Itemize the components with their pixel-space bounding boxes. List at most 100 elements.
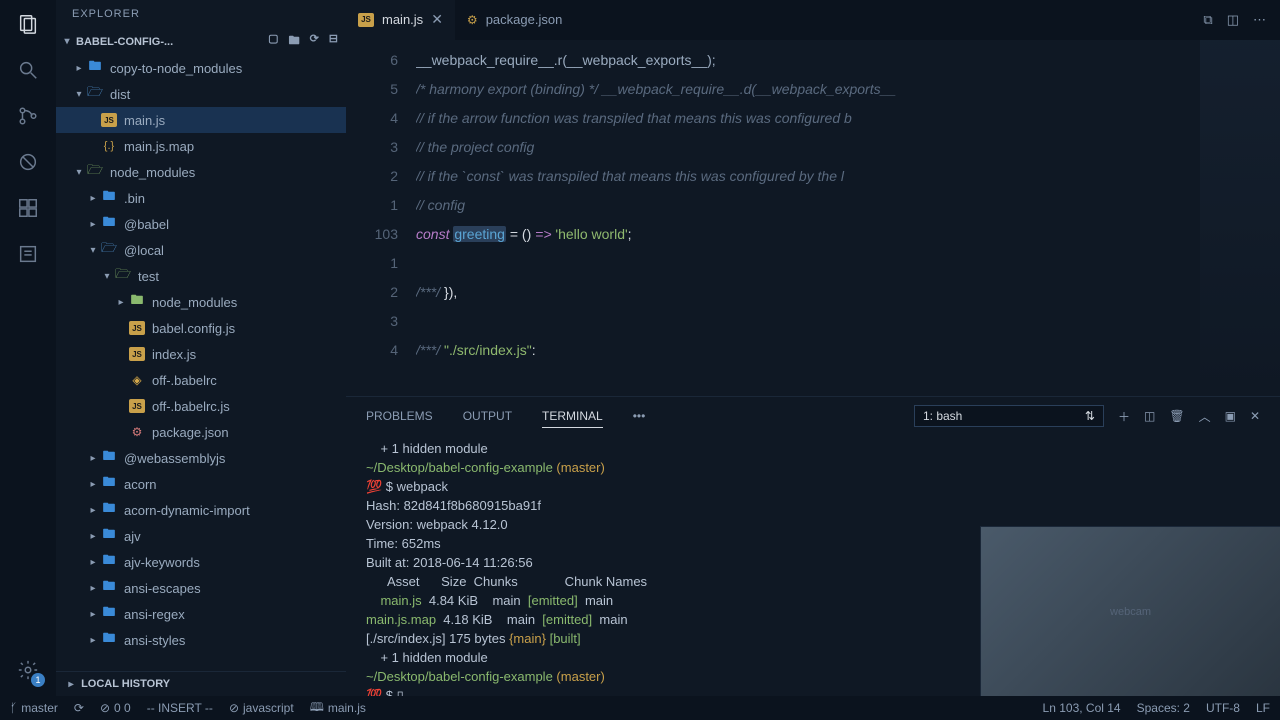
tree-folder[interactable]: ▸🖿@webassemblyjs xyxy=(56,445,346,471)
tree-folder[interactable]: ▾🗁test xyxy=(56,263,346,289)
tree-file[interactable]: JSindex.js xyxy=(56,341,346,367)
debug-icon[interactable] xyxy=(14,148,42,176)
new-terminal-icon[interactable]: ＋ xyxy=(1118,408,1130,425)
new-file-icon[interactable]: ▢ xyxy=(268,32,278,51)
sidebar-title: EXPLORER xyxy=(56,0,346,28)
tree-item-label: main.js.map xyxy=(124,139,194,154)
tree-folder[interactable]: ▸🖿@babel xyxy=(56,211,346,237)
new-folder-icon[interactable]: 🖿 xyxy=(289,32,300,51)
editor-actions: ⧉ ◫ ⋯ xyxy=(1203,12,1280,28)
tree-item-label: test xyxy=(138,269,159,284)
eol[interactable]: LF xyxy=(1256,701,1270,715)
tree-folder[interactable]: ▸🖿.bin xyxy=(56,185,346,211)
tree-item-label: .bin xyxy=(124,191,145,206)
tree-item-label: acorn xyxy=(124,477,157,492)
toggle-panel-icon[interactable]: ▣ xyxy=(1225,409,1236,423)
tree-folder[interactable]: ▾🗁dist xyxy=(56,81,346,107)
tree-folder[interactable]: ▸🖿acorn-dynamic-import xyxy=(56,497,346,523)
editor-tab[interactable]: JSmain.js✕ xyxy=(346,0,455,40)
tree-file[interactable]: JSmain.js xyxy=(56,107,346,133)
tree-item-label: @webassemblyjs xyxy=(124,451,225,466)
local-history-section[interactable]: ▸ LOCAL HISTORY xyxy=(56,671,346,696)
tree-item-label: off-.babelrc.js xyxy=(152,399,230,414)
tree-file[interactable]: ◈off-.babelrc xyxy=(56,367,346,393)
encoding[interactable]: UTF-8 xyxy=(1206,701,1240,715)
extensions-icon[interactable] xyxy=(14,194,42,222)
settings-icon[interactable]: 1 xyxy=(14,656,42,684)
editor-tab[interactable]: ⚙package.json xyxy=(455,0,574,40)
close-panel-icon[interactable]: ✕ xyxy=(1250,409,1260,423)
file-path[interactable]: 🕮 main.js xyxy=(310,698,366,719)
tree-file[interactable]: ⚙package.json xyxy=(56,419,346,445)
maximize-icon[interactable]: ︿ xyxy=(1199,408,1211,425)
tree-item-label: node_modules xyxy=(152,295,237,310)
tree-item-label: package.json xyxy=(152,425,229,440)
editor-tabs: JSmain.js✕⚙package.json ⧉ ◫ ⋯ xyxy=(346,0,1280,40)
tree-item-label: ansi-styles xyxy=(124,633,185,648)
tree-item-label: main.js xyxy=(124,113,165,128)
tree-file[interactable]: JSbabel.config.js xyxy=(56,315,346,341)
tree-folder[interactable]: ▸🖿copy-to-node_modules xyxy=(56,55,346,81)
tree-folder[interactable]: ▸🖿ajv xyxy=(56,523,346,549)
panel-more-icon[interactable]: ••• xyxy=(633,409,646,423)
minimap[interactable] xyxy=(1200,40,1280,396)
tree-folder[interactable]: ▾🗁node_modules xyxy=(56,159,346,185)
tree-item-label: @babel xyxy=(124,217,169,232)
tree-folder[interactable]: ▸🖿acorn xyxy=(56,471,346,497)
sync-icon[interactable]: ⟳ xyxy=(74,701,84,715)
vim-mode: -- INSERT -- xyxy=(147,701,213,715)
source-control-icon[interactable] xyxy=(14,102,42,130)
tree-file[interactable]: JSoff-.babelrc.js xyxy=(56,393,346,419)
settings-badge: 1 xyxy=(31,673,45,687)
tree-item-label: @local xyxy=(124,243,164,258)
code-editor[interactable]: 6543211031234 __webpack_require__.r(__we… xyxy=(346,40,1280,396)
indentation[interactable]: Spaces: 2 xyxy=(1137,701,1190,715)
outline-icon[interactable] xyxy=(14,240,42,268)
sidebar-project-header[interactable]: ▾ BABEL-CONFIG-... ▢ 🖿 ⟳ ⊟ xyxy=(56,28,346,55)
refresh-icon[interactable]: ⟳ xyxy=(310,32,319,51)
language-mode[interactable]: ⊘ javascript xyxy=(229,701,294,715)
tree-folder[interactable]: ▸🖿ajv-keywords xyxy=(56,549,346,575)
git-branch[interactable]: ᚶ master xyxy=(10,701,58,715)
terminal-select[interactable]: 1: bash⇅ xyxy=(914,405,1104,427)
tree-item-label: acorn-dynamic-import xyxy=(124,503,250,518)
tree-item-label: babel.config.js xyxy=(152,321,235,336)
tree-item-label: ansi-regex xyxy=(124,607,185,622)
tree-item-label: dist xyxy=(110,87,130,102)
tree-folder[interactable]: ▾🗁@local xyxy=(56,237,346,263)
split-icon[interactable]: ◫ xyxy=(1227,12,1239,28)
tree-item-label: off-.babelrc xyxy=(152,373,217,388)
tree-item-label: ajv xyxy=(124,529,141,544)
tree-folder[interactable]: ▸🖿node_modules xyxy=(56,289,346,315)
webcam-overlay: webcam xyxy=(980,526,1280,696)
tree-folder[interactable]: ▸🖿ansi-regex xyxy=(56,601,346,627)
tree-item-label: ansi-escapes xyxy=(124,581,201,596)
split-terminal-icon[interactable]: ◫ xyxy=(1144,409,1155,423)
tab-terminal[interactable]: TERMINAL xyxy=(542,405,603,428)
kill-terminal-icon[interactable]: 🗑 xyxy=(1169,409,1184,423)
cursor-position[interactable]: Ln 103, Col 14 xyxy=(1043,701,1121,715)
tab-problems[interactable]: PROBLEMS xyxy=(366,405,433,427)
explorer-icon[interactable] xyxy=(14,10,42,38)
compare-icon[interactable]: ⧉ xyxy=(1203,12,1212,28)
more-icon[interactable]: ⋯ xyxy=(1253,12,1266,28)
close-tab-icon[interactable]: ✕ xyxy=(431,11,443,28)
explorer-actions: ▢ 🖿 ⟳ ⊟ xyxy=(268,32,338,51)
tab-output[interactable]: OUTPUT xyxy=(463,405,512,427)
tree-folder[interactable]: ▸🖿ansi-escapes xyxy=(56,575,346,601)
tree-file[interactable]: {.}main.js.map xyxy=(56,133,346,159)
tree-item-label: copy-to-node_modules xyxy=(110,61,242,76)
tree-item-label: index.js xyxy=(152,347,196,362)
errors-warnings[interactable]: ⊘ 0 0 xyxy=(100,701,131,715)
file-tree: ▸🖿copy-to-node_modules▾🗁distJSmain.js{.}… xyxy=(56,55,346,671)
sidebar: EXPLORER ▾ BABEL-CONFIG-... ▢ 🖿 ⟳ ⊟ ▸🖿co… xyxy=(56,0,346,696)
chevron-down-icon: ▾ xyxy=(60,36,74,47)
collapse-icon[interactable]: ⊟ xyxy=(329,32,338,51)
statusbar: ᚶ master ⟳ ⊘ 0 0 -- INSERT -- ⊘ javascri… xyxy=(0,696,1280,720)
tree-folder[interactable]: ▸🖿ansi-styles xyxy=(56,627,346,653)
tree-item-label: ajv-keywords xyxy=(124,555,200,570)
project-name: BABEL-CONFIG-... xyxy=(76,36,173,48)
search-icon[interactable] xyxy=(14,56,42,84)
tree-item-label: node_modules xyxy=(110,165,195,180)
activity-bar: 1 xyxy=(0,0,56,696)
